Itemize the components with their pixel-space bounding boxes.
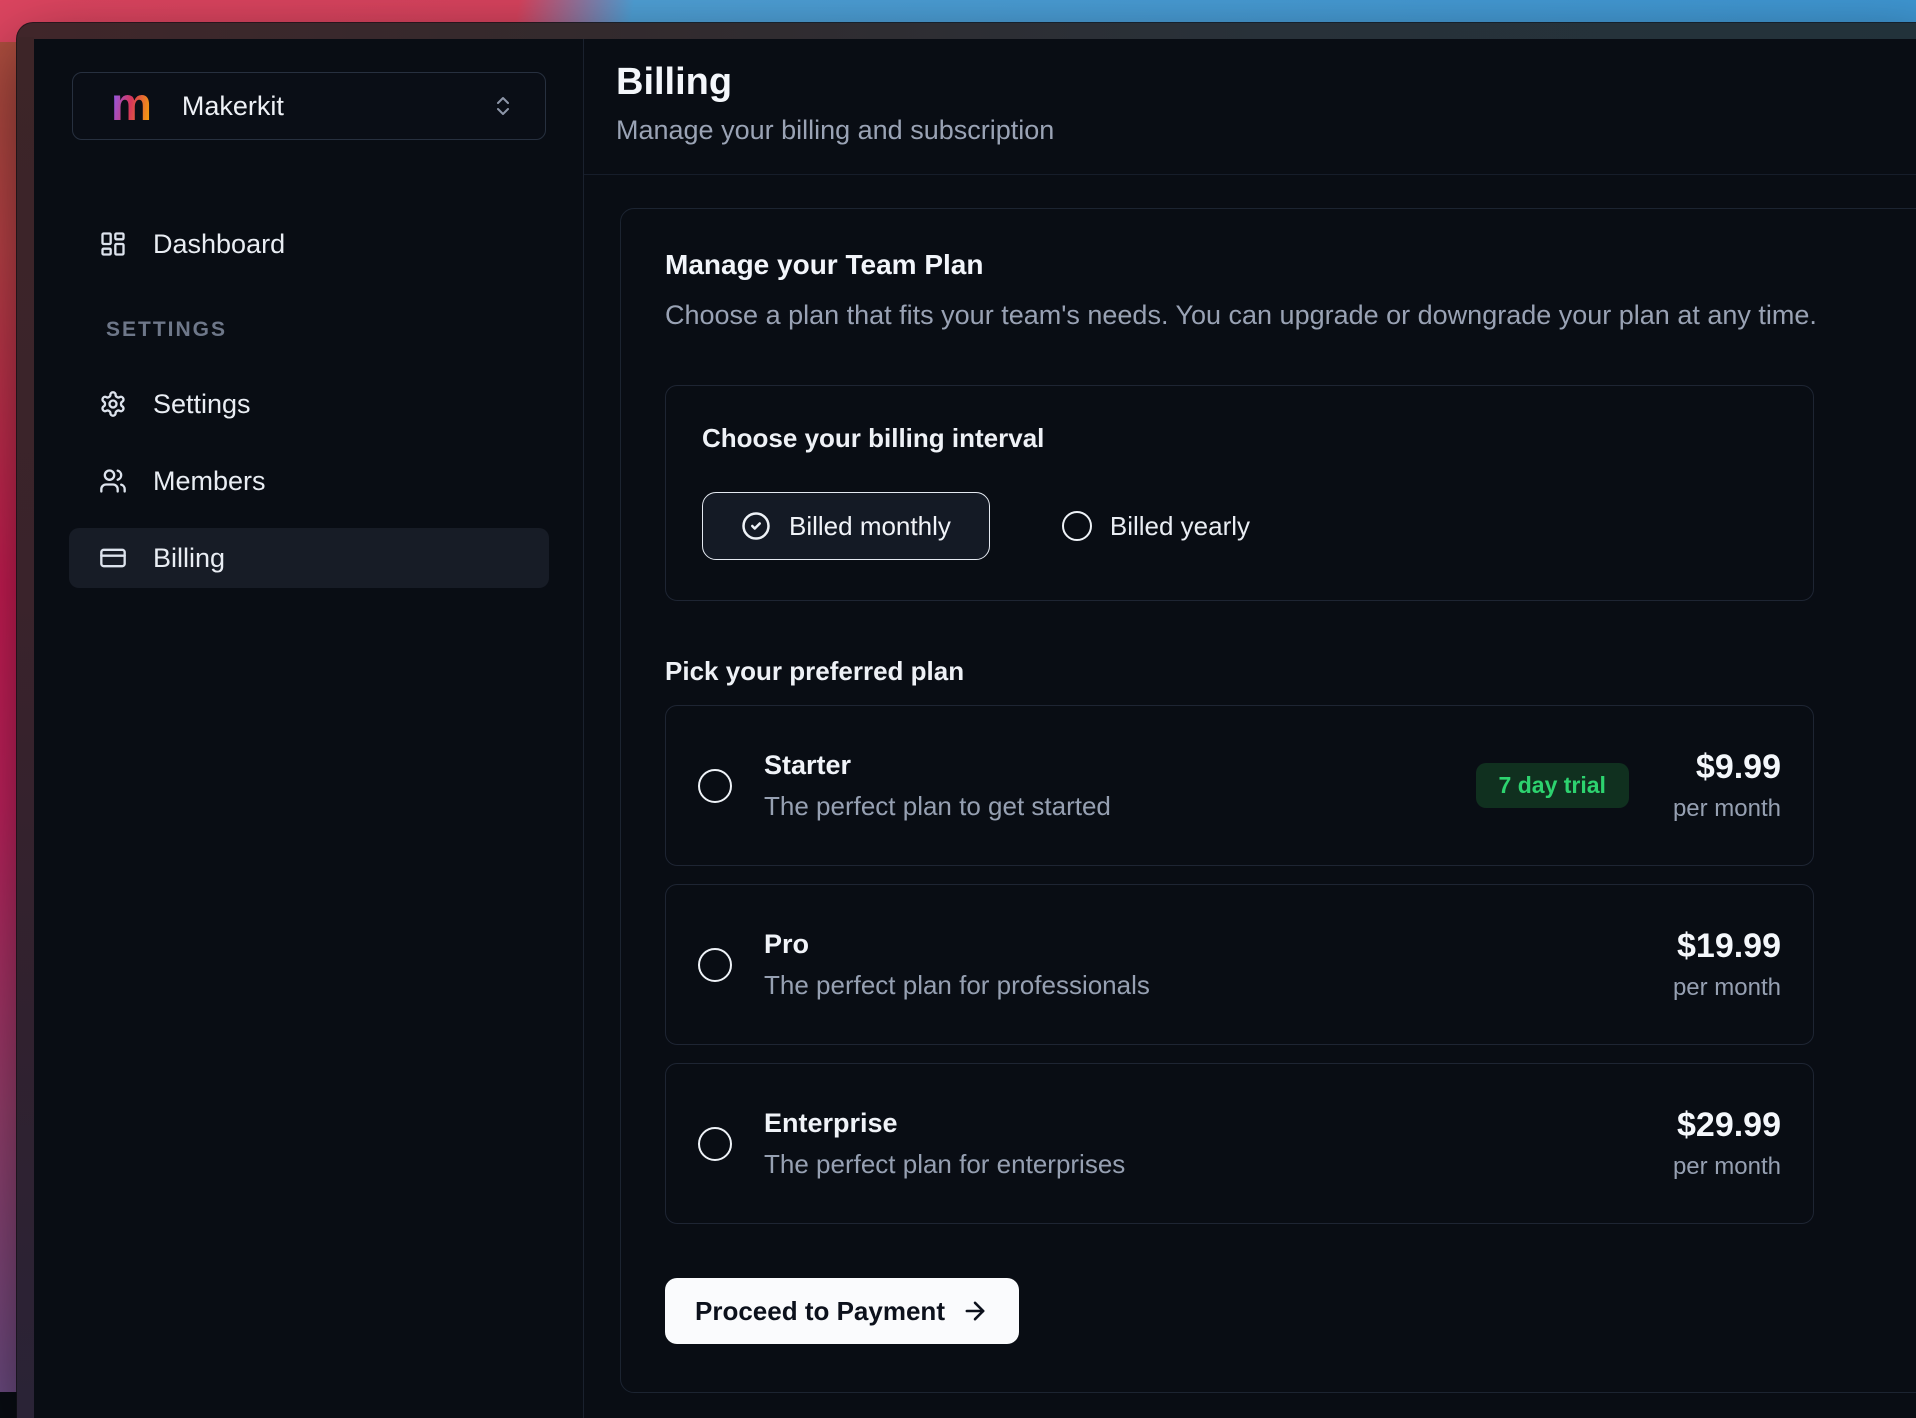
plan-period: per month <box>1673 795 1781 823</box>
plan-period: per month <box>1673 974 1781 1002</box>
plan-name: Enterprise <box>764 1108 1125 1139</box>
plan-info: Pro The perfect plan for professionals <box>764 929 1150 1001</box>
plan-row-enterprise[interactable]: Enterprise The perfect plan for enterpri… <box>665 1063 1814 1224</box>
chevrons-up-down-icon <box>491 94 515 118</box>
sidebar-item-label: Billing <box>153 543 225 574</box>
sidebar-section-label: SETTINGS <box>106 318 583 342</box>
plan-name: Pro <box>764 929 1150 960</box>
workspace-selector[interactable]: m Makerkit <box>72 72 546 140</box>
makerkit-logo-icon: m <box>111 81 152 127</box>
main-content: Billing Manage your billing and subscrip… <box>584 39 1916 1418</box>
plan-name: Starter <box>764 750 1111 781</box>
app-content: m Makerkit Dashboard SETTINGS <box>34 39 1916 1418</box>
billing-interval-box: Choose your billing interval Billed mont… <box>665 385 1814 601</box>
billed-monthly-label: Billed monthly <box>789 511 951 542</box>
gear-icon <box>99 390 127 418</box>
plan-period: per month <box>1673 1153 1781 1181</box>
plan-price: $9.99 <box>1696 748 1781 787</box>
dashboard-icon <box>99 230 127 258</box>
workspace-name: Makerkit <box>182 91 284 122</box>
sidebar-nav: Dashboard SETTINGS Settings Members <box>34 214 583 588</box>
radio-unselected-icon <box>1062 511 1092 541</box>
sidebar: m Makerkit Dashboard SETTINGS <box>34 39 584 1418</box>
plans-label: Pick your preferred plan <box>665 653 1916 689</box>
plan-description: The perfect plan for professionals <box>764 970 1150 1001</box>
price-column: $19.99 per month <box>1673 927 1781 1002</box>
sidebar-item-members[interactable]: Members <box>69 451 549 511</box>
window-left-frame <box>17 37 34 1418</box>
plan-price: $29.99 <box>1677 1106 1781 1145</box>
price-column: $9.99 per month <box>1673 748 1781 823</box>
page-title: Billing <box>616 59 1916 105</box>
arrow-right-icon <box>961 1297 989 1325</box>
credit-card-icon <box>99 544 127 572</box>
header-divider <box>584 174 1916 175</box>
window-top-frame <box>17 23 1916 39</box>
trial-badge: 7 day trial <box>1476 763 1629 808</box>
sidebar-item-dashboard[interactable]: Dashboard <box>69 214 549 274</box>
plan-price: $19.99 <box>1677 927 1781 966</box>
billed-yearly-option[interactable]: Billed yearly <box>1062 511 1250 542</box>
sidebar-item-settings[interactable]: Settings <box>69 374 549 434</box>
billing-interval-options: Billed monthly Billed yearly <box>702 492 1777 560</box>
plan-pricing: $29.99 per month <box>1673 1106 1781 1181</box>
billed-monthly-option[interactable]: Billed monthly <box>702 492 990 560</box>
users-icon <box>99 467 127 495</box>
radio-unselected-icon[interactable] <box>698 1127 732 1161</box>
sidebar-item-label: Dashboard <box>153 229 285 260</box>
page-subtitle: Manage your billing and subscription <box>616 112 1916 148</box>
team-plan-panel: Manage your Team Plan Choose a plan that… <box>620 208 1916 1393</box>
billed-yearly-label: Billed yearly <box>1110 511 1250 542</box>
plan-pricing: $19.99 per month <box>1673 927 1781 1002</box>
radio-unselected-icon[interactable] <box>698 948 732 982</box>
check-circle-icon <box>741 511 771 541</box>
plan-info: Enterprise The perfect plan for enterpri… <box>764 1108 1125 1180</box>
billing-interval-label: Choose your billing interval <box>702 420 1777 456</box>
panel-title: Manage your Team Plan <box>665 247 1916 283</box>
plan-description: The perfect plan to get started <box>764 791 1111 822</box>
panel-subtitle: Choose a plan that fits your team's need… <box>665 297 1916 333</box>
plan-row-pro[interactable]: Pro The perfect plan for professionals $… <box>665 884 1814 1045</box>
sidebar-item-label: Members <box>153 466 266 497</box>
sidebar-item-label: Settings <box>153 389 251 420</box>
proceed-to-payment-button[interactable]: Proceed to Payment <box>665 1278 1019 1344</box>
plan-pricing: 7 day trial $9.99 per month <box>1476 748 1781 823</box>
plan-row-starter[interactable]: Starter The perfect plan to get started … <box>665 705 1814 866</box>
plan-description: The perfect plan for enterprises <box>764 1149 1125 1180</box>
price-column: $29.99 per month <box>1673 1106 1781 1181</box>
plan-info: Starter The perfect plan to get started <box>764 750 1111 822</box>
cta-label: Proceed to Payment <box>695 1296 945 1327</box>
app-window: m Makerkit Dashboard SETTINGS <box>17 23 1916 1418</box>
sidebar-item-billing[interactable]: Billing <box>69 528 549 588</box>
radio-unselected-icon[interactable] <box>698 769 732 803</box>
